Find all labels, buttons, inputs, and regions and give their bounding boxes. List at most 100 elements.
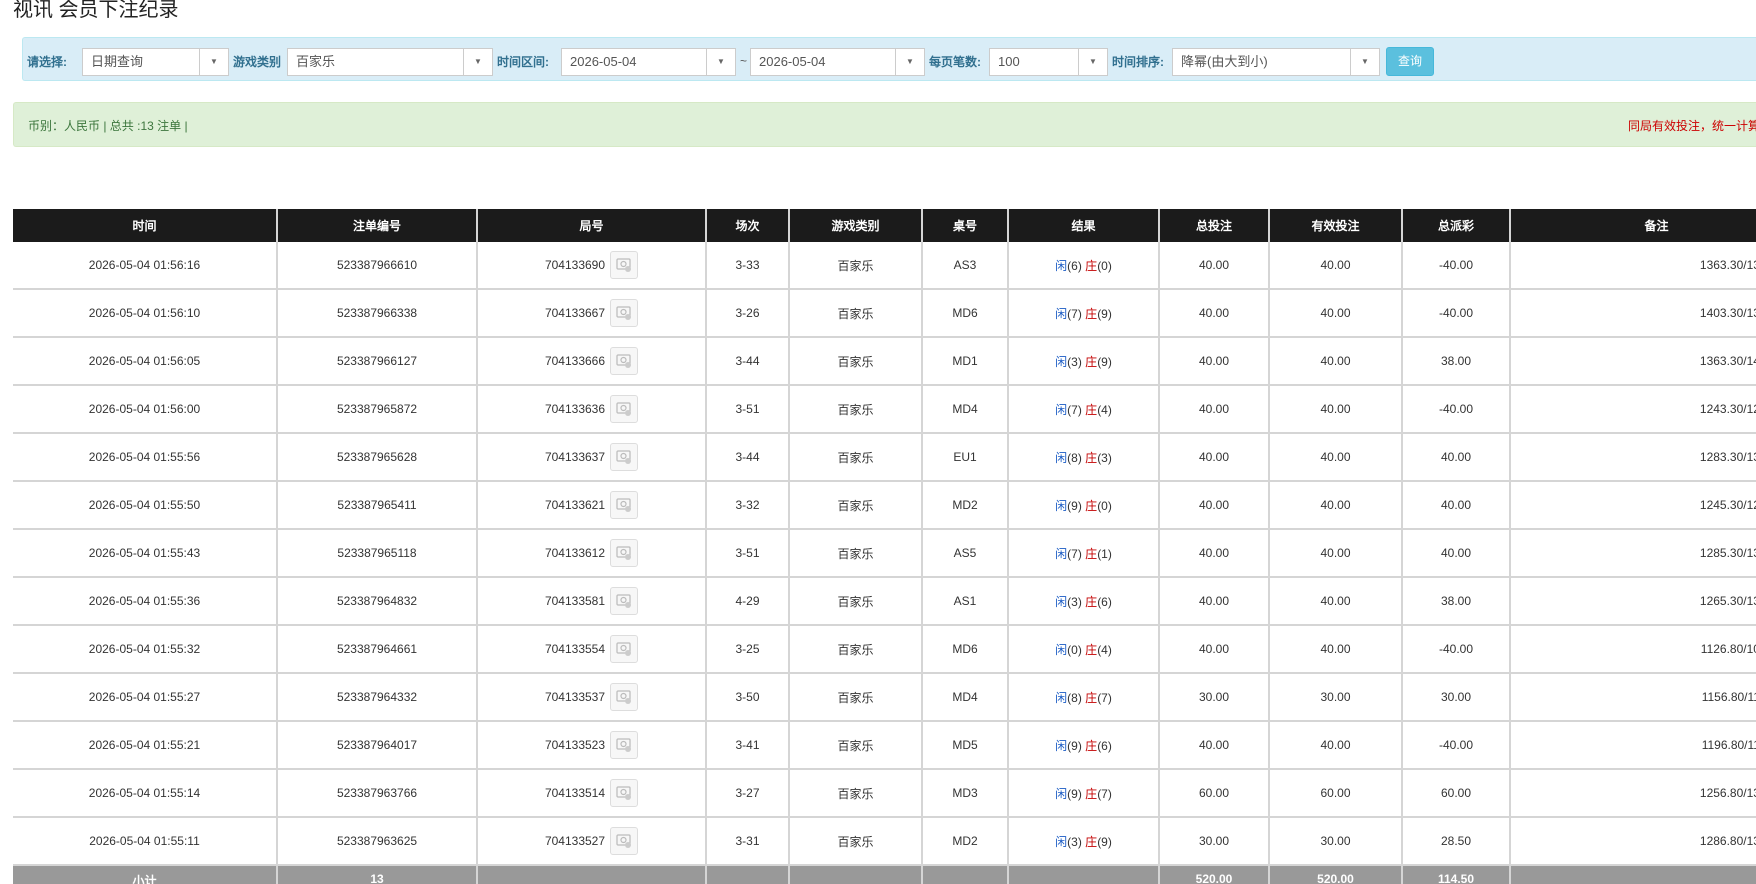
cell-session: 3-26 <box>706 289 790 338</box>
cell-note: 1265.30/1303.30 <box>1510 577 1756 626</box>
video-replay-icon[interactable] <box>610 587 639 615</box>
video-replay-icon[interactable] <box>610 635 639 663</box>
video-replay-icon[interactable] <box>610 731 639 759</box>
cell-round: 704133612 <box>477 529 707 578</box>
player-label: 闲 <box>1055 402 1068 417</box>
video-replay-icon[interactable] <box>610 443 639 471</box>
cell-total-bet: 40.00 <box>1159 625 1270 674</box>
summary-notice: 同局有效投注，统一计算 <box>1627 119 1756 133</box>
game-type-value: 百家乐 <box>296 54 336 69</box>
game-type-select[interactable]: 百家乐 ▼ <box>287 48 493 76</box>
header-col-result: 结果 <box>1008 209 1160 242</box>
cell-table-no: MD2 <box>922 481 1009 530</box>
cell-session: 3-33 <box>706 242 790 290</box>
cell-game-type: 百家乐 <box>789 289 923 338</box>
subtotal-total-bet: 520.00 <box>1159 865 1270 884</box>
table-row: 2026-05-04 01:55:27 523387964332 704133537… <box>13 673 1756 722</box>
cell-round: 704133523 <box>477 721 707 770</box>
cell-valid-bet: 60.00 <box>1269 769 1403 818</box>
table-row: 2026-05-04 01:55:50 523387965411 704133621… <box>13 481 1756 530</box>
player-score: (7) <box>1067 306 1082 321</box>
banker-label: 庄 <box>1085 642 1098 657</box>
video-replay-icon[interactable] <box>610 683 639 711</box>
cell-time: 2026-05-04 01:56:16 <box>13 242 278 290</box>
cell-total-bet: 40.00 <box>1159 337 1270 386</box>
cell-bet-id: 523387965118 <box>277 529 478 578</box>
player-score: (3) <box>1067 834 1082 849</box>
cell-total-bet: 40.00 <box>1159 385 1270 434</box>
chevron-down-icon: ▼ <box>895 49 924 75</box>
video-replay-icon[interactable] <box>610 539 639 567</box>
cell-bet-id: 523387965628 <box>277 433 478 482</box>
video-replay-icon[interactable] <box>610 251 639 279</box>
cell-valid-bet: 40.00 <box>1269 577 1403 626</box>
banker-label: 庄 <box>1085 786 1098 801</box>
cell-time: 2026-05-04 01:55:27 <box>13 673 278 722</box>
cell-payout: -40.00 <box>1402 625 1511 674</box>
subtotal-row: 小计 13 520.00 520.00 114.50 <box>13 865 1756 884</box>
cell-time: 2026-05-04 01:55:32 <box>13 625 278 674</box>
date-from-select[interactable]: 2026-05-04 ▼ <box>561 48 736 76</box>
video-replay-icon[interactable] <box>610 779 639 807</box>
cell-note: 1285.30/1325.30 <box>1510 529 1756 578</box>
cell-valid-bet: 40.00 <box>1269 337 1403 386</box>
cell-time: 2026-05-04 01:56:10 <box>13 289 278 338</box>
cell-session: 3-25 <box>706 625 790 674</box>
cell-round: 704133666 <box>477 337 707 386</box>
cell-table-no: MD6 <box>922 625 1009 674</box>
sort-select[interactable]: 降幂(由大到小) ▼ <box>1172 48 1380 76</box>
cell-valid-bet: 30.00 <box>1269 673 1403 722</box>
cell-table-no: MD2 <box>922 817 1009 866</box>
cell-valid-bet: 40.00 <box>1269 385 1403 434</box>
player-score: (7) <box>1067 402 1082 417</box>
player-score: (9) <box>1067 498 1082 513</box>
page-size-select[interactable]: 100 ▼ <box>989 48 1108 76</box>
video-replay-icon[interactable] <box>610 347 639 375</box>
header-col-note: 备注 <box>1510 209 1756 242</box>
cell-total-bet: 60.00 <box>1159 769 1270 818</box>
banker-score: (4) <box>1097 402 1112 417</box>
query-button[interactable]: 查询 <box>1386 47 1434 76</box>
player-label: 闲 <box>1055 450 1068 465</box>
player-score: (7) <box>1067 546 1082 561</box>
banker-label: 庄 <box>1085 402 1098 417</box>
banker-label: 庄 <box>1085 690 1098 705</box>
page-title: 视讯 会员下注纪录 <box>13 0 179 21</box>
video-replay-icon[interactable] <box>610 827 639 855</box>
banker-label: 庄 <box>1085 594 1098 609</box>
cell-bet-id: 523387965411 <box>277 481 478 530</box>
date-to-select[interactable]: 2026-05-04 ▼ <box>750 48 925 76</box>
subtotal-empty <box>1008 865 1160 884</box>
cell-note: 1283.30/1323.30 <box>1510 433 1756 482</box>
banker-score: (7) <box>1097 786 1112 801</box>
video-replay-icon[interactable] <box>610 299 639 327</box>
banker-label: 庄 <box>1085 738 1098 753</box>
cell-payout: 30.00 <box>1402 673 1511 722</box>
cell-game-type: 百家乐 <box>789 481 923 530</box>
cell-round: 704133537 <box>477 673 707 722</box>
chevron-down-icon: ▼ <box>706 49 735 75</box>
game-type-label: 游戏类别 <box>233 55 282 69</box>
cell-round: 704133636 <box>477 385 707 434</box>
cell-time: 2026-05-04 01:56:00 <box>13 385 278 434</box>
cell-session: 3-51 <box>706 529 790 578</box>
header-col-bet-id: 注单编号 <box>277 209 478 242</box>
table-row: 2026-05-04 01:55:36 523387964832 704133581… <box>13 577 1756 626</box>
cell-payout: -40.00 <box>1402 721 1511 770</box>
video-replay-icon[interactable] <box>610 395 639 423</box>
banker-label: 庄 <box>1085 546 1098 561</box>
header-col-table-no: 桌号 <box>922 209 1009 242</box>
cell-valid-bet: 30.00 <box>1269 817 1403 866</box>
subtotal-empty <box>1510 865 1756 884</box>
video-replay-icon[interactable] <box>610 491 639 519</box>
banker-score: (3) <box>1097 450 1112 465</box>
cell-table-no: MD4 <box>922 385 1009 434</box>
cell-round: 704133637 <box>477 433 707 482</box>
query-type-select[interactable]: 日期查询 ▼ <box>82 48 229 76</box>
banker-score: (1) <box>1097 546 1112 561</box>
cell-payout: -40.00 <box>1402 242 1511 290</box>
player-score: (0) <box>1067 642 1082 657</box>
summary-info: 币别：人民币 | 总共 :13 注单 | <box>28 119 188 133</box>
cell-result: 闲(9) 庄(7) <box>1008 769 1160 818</box>
table-row: 2026-05-04 01:55:11 523387963625 704133527… <box>13 817 1756 866</box>
